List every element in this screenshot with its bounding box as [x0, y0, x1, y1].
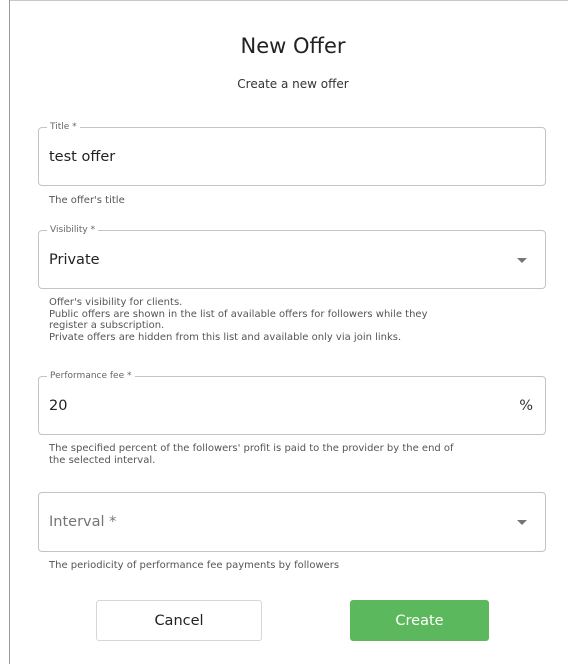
visibility-helper-line: Public offers are shown in the list of a…	[49, 308, 428, 320]
performance-fee-field[interactable]: Performance fee * 20 %	[38, 371, 546, 435]
visibility-helper-line: Offer's visibility for clients.	[49, 297, 183, 308]
visibility-helper-line: Private offers are hidden from this list…	[49, 331, 402, 343]
performance-fee-helper-line: The specified percent of the followers' …	[49, 443, 454, 454]
chevron-down-icon[interactable]	[517, 520, 527, 525]
visibility-helper-text: Offer's visibility for clients. Public o…	[49, 297, 529, 343]
dialog-subtitle: Create a new offer	[237, 77, 349, 91]
performance-fee-value[interactable]: 20	[49, 398, 67, 414]
visibility-select[interactable]: Visibility * Private	[38, 225, 546, 289]
interval-helper-text: The periodicity of performance fee payme…	[49, 560, 340, 571]
visibility-select-value: Private	[49, 251, 100, 268]
performance-fee-label: Performance fee *	[47, 371, 135, 382]
chevron-down-icon[interactable]	[517, 257, 527, 263]
interval-select-placeholder: Interval *	[49, 514, 117, 530]
visibility-helper-line: register a subscription.	[49, 320, 165, 331]
percent-unit: %	[519, 397, 533, 414]
title-field-value[interactable]: test offer	[49, 149, 115, 165]
title-helper-text: The offer's title	[49, 195, 125, 206]
title-field-label: Title *	[47, 122, 80, 133]
dialog-left-border	[9, 0, 10, 664]
performance-fee-helper-line: the selected interval.	[49, 454, 156, 466]
dialog-top-border	[9, 0, 568, 1]
visibility-select-label: Visibility *	[47, 225, 99, 236]
create-button[interactable]: Create	[350, 600, 489, 641]
interval-select[interactable]: Interval *	[38, 492, 546, 552]
title-field[interactable]: Title * test offer	[38, 122, 546, 186]
cancel-button[interactable]: Cancel	[96, 600, 262, 641]
dialog-title: New Offer	[240, 34, 346, 58]
new-offer-dialog: New Offer Create a new offer Title * tes…	[0, 0, 568, 664]
performance-fee-helper-text: The specified percent of the followers' …	[49, 443, 529, 466]
